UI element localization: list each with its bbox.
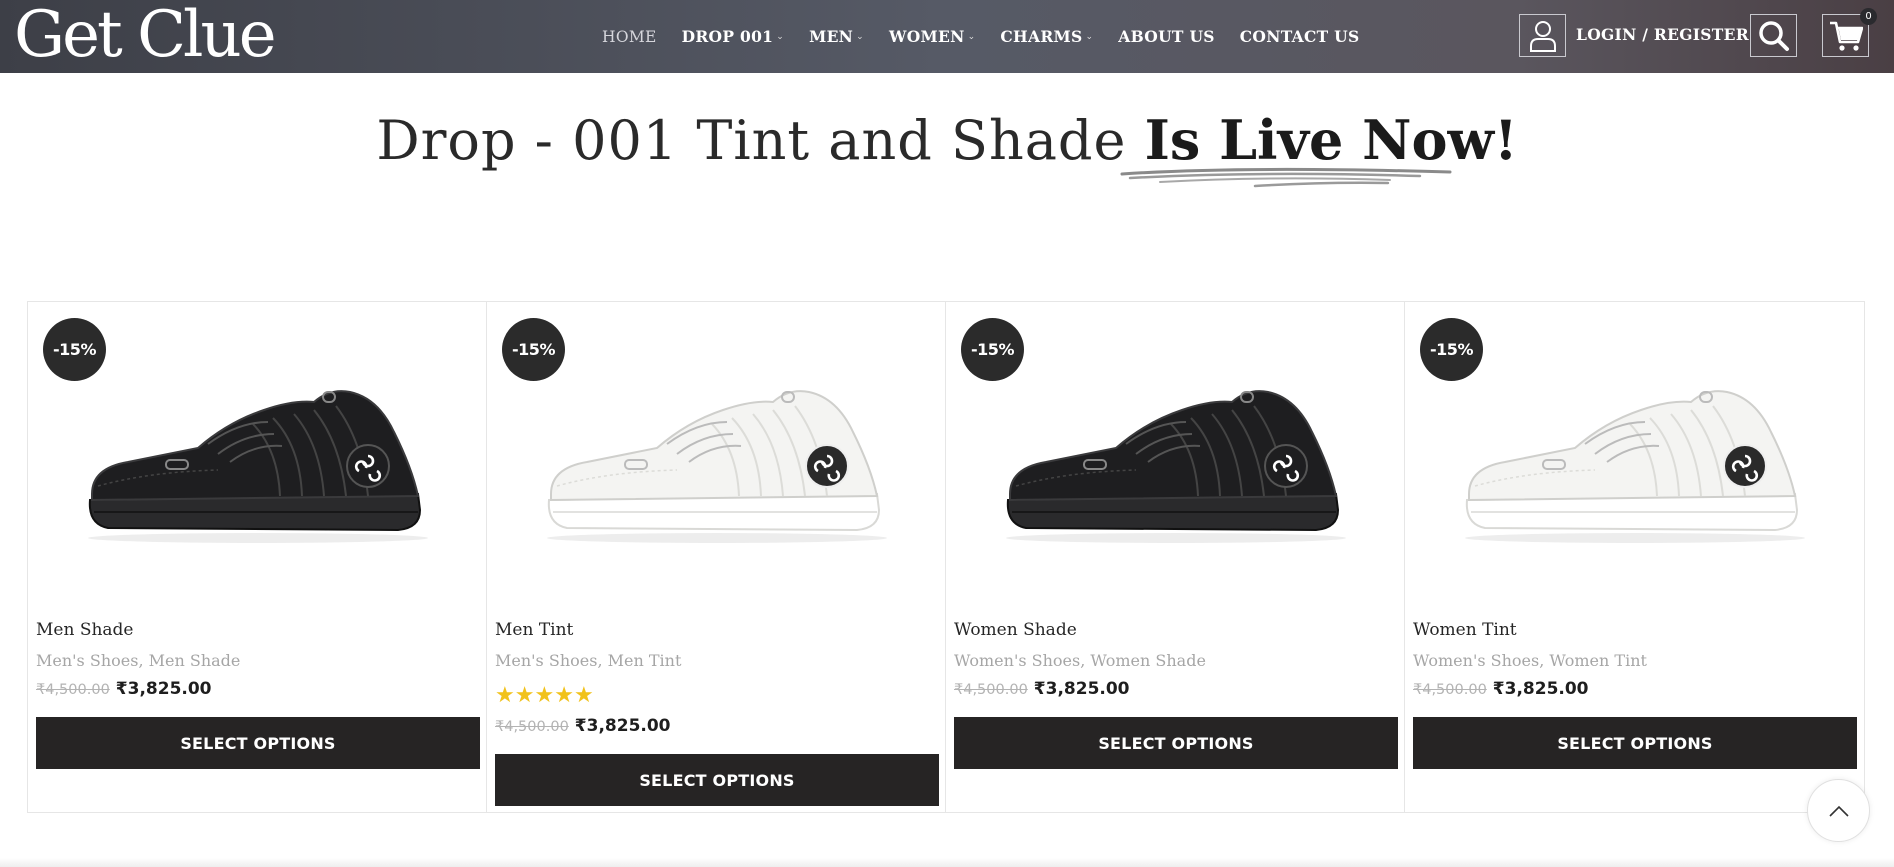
select-options-button[interactable]: SELECT OPTIONS bbox=[954, 717, 1398, 769]
star-rating: ★ ★ ★ ★ ★ bbox=[495, 683, 594, 708]
sale-price: ₹3,825.00 bbox=[115, 679, 212, 699]
product-price: ₹4,500.00 ₹3,825.00 bbox=[36, 679, 212, 699]
chevron-down-icon: ⌄ bbox=[776, 31, 785, 42]
original-price: ₹4,500.00 bbox=[1413, 682, 1487, 698]
category-link[interactable]: Women Shade bbox=[1090, 651, 1206, 670]
star-icon: ★ bbox=[573, 683, 594, 708]
product-image[interactable] bbox=[68, 362, 448, 552]
nav-item-label: ABOUT US bbox=[1118, 27, 1215, 46]
product-categories: Women's Shoes, Women Tint bbox=[1413, 651, 1647, 670]
scroll-to-top-button[interactable] bbox=[1807, 779, 1870, 842]
cart-icon bbox=[1829, 21, 1863, 51]
category-link[interactable]: Women's Shoes bbox=[954, 651, 1080, 670]
chevron-down-icon: ⌄ bbox=[967, 31, 976, 42]
original-price: ₹4,500.00 bbox=[954, 682, 1028, 698]
product-name[interactable]: Men Tint bbox=[495, 620, 573, 640]
headline-underline-decoration bbox=[1120, 167, 1452, 188]
select-options-button[interactable]: SELECT OPTIONS bbox=[1413, 717, 1857, 769]
product-image[interactable] bbox=[527, 362, 907, 552]
star-icon: ★ bbox=[554, 683, 574, 708]
product-price: ₹4,500.00 ₹3,825.00 bbox=[954, 679, 1130, 699]
product-image[interactable] bbox=[1445, 362, 1825, 552]
product-grid: -15% Men Shade Men's Shoes, Men Shade ₹4… bbox=[27, 301, 1865, 813]
category-link[interactable]: Women Tint bbox=[1549, 651, 1647, 670]
product-categories: Women's Shoes, Women Shade bbox=[954, 651, 1206, 670]
sale-price: ₹3,825.00 bbox=[1033, 679, 1130, 699]
category-link[interactable]: Men's Shoes bbox=[495, 651, 597, 670]
nav-item-label: CHARMS bbox=[1000, 27, 1083, 46]
star-icon: ★ bbox=[495, 683, 515, 708]
product-image[interactable] bbox=[986, 362, 1366, 552]
nav-item-label: WOMEN bbox=[889, 27, 965, 46]
nav-item-charms[interactable]: CHARMS ⌄ bbox=[1000, 27, 1093, 46]
site-header: Get Clue HOME DROP 001 ⌄ MEN ⌄ WOMEN ⌄ CHARMS ⌄ A… bbox=[0, 0, 1894, 73]
nav-item-label: CONTACT US bbox=[1239, 27, 1360, 46]
star-icon: ★ bbox=[534, 683, 555, 708]
nav-item-label: DROP 001 bbox=[681, 27, 774, 46]
main-nav: HOME DROP 001 ⌄ MEN ⌄ WOMEN ⌄ CHARMS ⌄ ABOUT US CO… bbox=[602, 0, 1384, 73]
nav-item-contact-us[interactable]: CONTACT US bbox=[1240, 27, 1360, 46]
category-link[interactable]: Men Tint bbox=[608, 651, 682, 670]
site-logo[interactable]: Get Clue bbox=[14, 0, 277, 73]
category-link[interactable]: Men Shade bbox=[149, 651, 241, 670]
product-name[interactable]: Men Shade bbox=[36, 620, 134, 640]
product-card: -15% Men Tint Men's Shoes, Men Tint ★ ★ ★ ★… bbox=[487, 302, 946, 812]
product-card: -15% Women Tint Women's Shoes, Women Tin… bbox=[1405, 302, 1864, 812]
sale-price: ₹3,825.00 bbox=[1492, 679, 1589, 699]
search-icon bbox=[1758, 20, 1789, 51]
product-card: -15% Men Shade Men's Shoes, Men Shade ₹4… bbox=[28, 302, 487, 812]
product-name[interactable]: Women Tint bbox=[1413, 620, 1517, 640]
select-options-button[interactable]: SELECT OPTIONS bbox=[495, 754, 939, 806]
section-divider bbox=[0, 858, 1894, 867]
chevron-up-icon bbox=[1828, 805, 1849, 817]
nav-item-about-us[interactable]: ABOUT US bbox=[1118, 27, 1214, 46]
nav-item-men[interactable]: MEN ⌄ bbox=[809, 27, 864, 46]
category-link[interactable]: Men's Shoes bbox=[36, 651, 138, 670]
search-button[interactable] bbox=[1750, 14, 1797, 57]
nav-item-women[interactable]: WOMEN ⌄ bbox=[889, 27, 975, 46]
original-price: ₹4,500.00 bbox=[495, 719, 569, 735]
user-icon bbox=[1529, 20, 1556, 52]
sale-price: ₹3,825.00 bbox=[574, 716, 671, 736]
nav-item-drop-001[interactable]: DROP 001 ⌄ bbox=[682, 27, 784, 46]
product-price: ₹4,500.00 ₹3,825.00 bbox=[1413, 679, 1589, 699]
select-options-button[interactable]: SELECT OPTIONS bbox=[36, 717, 480, 769]
product-price: ₹4,500.00 ₹3,825.00 bbox=[495, 716, 671, 736]
product-categories: Men's Shoes, Men Shade bbox=[36, 651, 241, 670]
product-categories: Men's Shoes, Men Tint bbox=[495, 651, 682, 670]
cart-count-badge: 0 bbox=[1860, 8, 1877, 25]
product-name[interactable]: Women Shade bbox=[954, 620, 1077, 640]
chevron-down-icon: ⌄ bbox=[1085, 31, 1094, 42]
page-headline: Drop - 001 Tint and Shade Is Live Now! bbox=[0, 108, 1894, 172]
original-price: ₹4,500.00 bbox=[36, 682, 110, 698]
headline-text: Drop - 001 Tint and Shade bbox=[376, 109, 1145, 172]
nav-item-home[interactable]: HOME bbox=[602, 28, 657, 46]
account-button[interactable] bbox=[1519, 14, 1566, 57]
nav-item-label: HOME bbox=[602, 27, 657, 46]
chevron-down-icon: ⌄ bbox=[856, 31, 864, 42]
category-link[interactable]: Women's Shoes bbox=[1413, 651, 1539, 670]
login-register-link[interactable]: LOGIN / REGISTER bbox=[1576, 0, 1749, 73]
star-icon: ★ bbox=[514, 683, 535, 708]
nav-item-label: MEN bbox=[809, 27, 854, 46]
product-card: -15% Women Shade Women's Shoes, Women Sh… bbox=[946, 302, 1405, 812]
